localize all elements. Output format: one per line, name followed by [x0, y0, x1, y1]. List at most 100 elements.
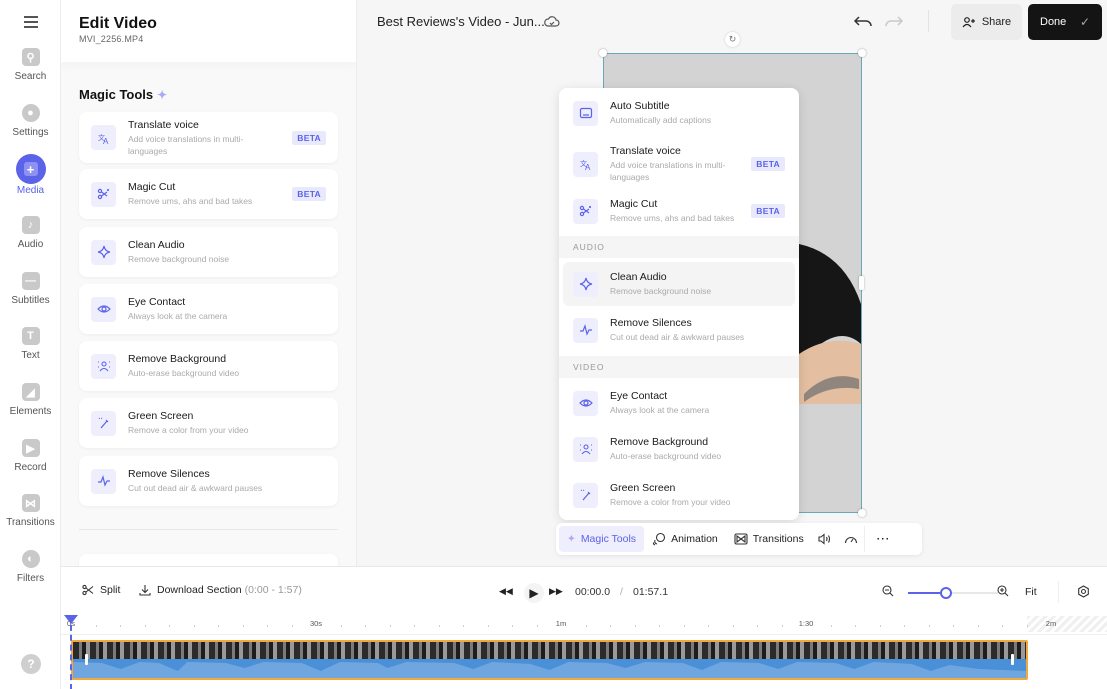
transitions-label: Transitions: [752, 533, 804, 545]
tool-desc: Automatically add captions: [610, 115, 712, 125]
tool-title: Remove Silences: [610, 317, 692, 329]
tool-card-translate-voice[interactable]: 文A Translate voice Add voice translations…: [79, 112, 338, 163]
timeline-area: Split Download Section (0:00 - 1:57) ◀◀ …: [61, 566, 1107, 689]
rotate-handle-icon[interactable]: ↻: [725, 32, 740, 47]
tool-card-eye-contact[interactable]: Eye Contact Always look at the camera: [79, 284, 338, 334]
rail-item-transitions[interactable]: ⋈ Transitions: [0, 494, 61, 528]
clip-thumbnails: [73, 642, 1026, 659]
rail-item-search[interactable]: ⚲ Search: [0, 48, 61, 82]
music-note-icon: ♪: [21, 216, 40, 234]
document-title[interactable]: Best Reviews's Video - Jun...: [377, 14, 545, 29]
fast-forward-button[interactable]: ▶▶: [549, 586, 563, 597]
download-range: (0:00 - 1:57): [244, 584, 302, 596]
gear-icon: [1078, 585, 1089, 598]
tool-title: Translate voice: [128, 118, 199, 131]
ruler-tick: [120, 625, 121, 627]
resize-handle-right[interactable]: [859, 276, 864, 290]
magic-scissors-icon: [573, 198, 598, 224]
clip-trim-handle-right[interactable]: [1011, 654, 1014, 665]
tool-desc: Remove a color from your video: [610, 497, 731, 507]
fit-button[interactable]: Fit: [1025, 586, 1037, 598]
zoom-slider[interactable]: [908, 587, 998, 599]
tool-desc: Remove ums, ahs and bad takes: [610, 213, 735, 223]
dropdown-item-magic-cut[interactable]: Magic Cut Remove ums, ahs and bad takes B…: [563, 189, 795, 233]
tool-card-clean-audio[interactable]: Clean Audio Remove background noise: [79, 227, 338, 277]
play-icon: ▶: [529, 586, 539, 600]
timeline-settings-button[interactable]: [1077, 585, 1090, 598]
person-erase-icon: [573, 436, 598, 462]
rail-item-settings[interactable]: ● Settings: [0, 104, 61, 138]
zoom-out-button[interactable]: [882, 585, 894, 597]
zoom-in-button[interactable]: [997, 585, 1009, 597]
magic-scissors-icon: [91, 181, 116, 207]
clip-trim-handle-left[interactable]: [85, 654, 88, 665]
dropdown-item-remove-silences[interactable]: Remove Silences Cut out dead air & awkwar…: [563, 308, 795, 352]
tool-desc: Remove background noise: [610, 286, 712, 296]
tool-card-magic-cut[interactable]: Magic Cut Remove ums, ahs and bad takes B…: [79, 169, 338, 219]
volume-button[interactable]: [812, 526, 838, 552]
speed-button[interactable]: [838, 526, 864, 552]
search-icon: ⚲: [21, 48, 40, 66]
ruler-tick: [781, 625, 783, 627]
dropdown-item-clean-audio[interactable]: Clean Audio Remove background noise: [563, 262, 795, 306]
split-button[interactable]: Split: [82, 584, 120, 596]
beta-badge: BETA: [751, 204, 785, 218]
rail-item-audio[interactable]: ♪ Audio: [0, 216, 61, 250]
dropdown-item-remove-background[interactable]: Remove Background Auto-erase background v…: [563, 427, 795, 471]
rail-item-subtitles[interactable]: — Subtitles: [0, 272, 61, 306]
tool-card-remove-background[interactable]: Remove Background Auto-erase background v…: [79, 341, 338, 391]
rail-item-media[interactable]: + Media: [0, 154, 61, 196]
playhead-handle[interactable]: [64, 615, 78, 624]
help-icon[interactable]: ?: [21, 654, 41, 674]
transitions-button[interactable]: Transitions: [726, 526, 812, 552]
ruler-tick: [144, 625, 146, 627]
tool-card-partial[interactable]: [79, 554, 338, 566]
magic-tools-panel: Edit Video MVI_2256.MP4 Magic Tools ✦ 文A…: [61, 0, 357, 566]
rail-item-filters[interactable]: ◐ Filters: [0, 550, 61, 584]
more-options-icon[interactable]: ···: [865, 526, 903, 552]
tool-desc: Add voice translations in multi-language…: [128, 133, 244, 156]
ruler-tick: [365, 625, 366, 627]
video-clip-track[interactable]: [71, 640, 1028, 680]
rewind-button[interactable]: ◀◀: [499, 586, 513, 597]
sparkle-icon: ✦: [567, 533, 576, 545]
ruler-tick: [757, 625, 758, 627]
dropdown-item-green-screen[interactable]: Green Screen Remove a color from your vid…: [563, 473, 795, 517]
download-section-button[interactable]: Download Section (0:00 - 1:57): [139, 584, 302, 596]
tool-desc: Auto-erase background video: [610, 451, 722, 461]
dropdown-item-eye-contact[interactable]: Eye Contact Always look at the camera: [563, 381, 795, 425]
tool-card-remove-silences[interactable]: Remove Silences Cut out dead air & awkwar…: [79, 456, 338, 506]
tool-card-green-screen[interactable]: Green Screen Remove a color from your vid…: [79, 398, 338, 448]
header-divider: [928, 10, 929, 32]
done-button[interactable]: Done ✓: [1028, 4, 1102, 40]
dropdown-item-translate-voice[interactable]: 文A Translate voice Add voice translations…: [563, 139, 795, 189]
ruler-tick: [953, 625, 954, 627]
play-button[interactable]: ▶: [524, 583, 544, 603]
current-time: 00:00.0: [575, 586, 611, 598]
rail-item-record[interactable]: ▶ Record: [0, 439, 61, 473]
ruler-tick: [389, 625, 391, 627]
redo-icon[interactable]: [884, 12, 904, 30]
rail-item-elements[interactable]: ◢ Elements: [0, 383, 61, 417]
rail-label: Elements: [9, 406, 52, 417]
undo-icon[interactable]: [853, 12, 873, 30]
ruler-tick: [708, 625, 709, 627]
zoom-in-icon: [997, 585, 1009, 597]
zoom-slider-knob[interactable]: [939, 587, 952, 599]
tool-desc: Remove background noise: [128, 254, 230, 264]
resize-handle-bottom-right[interactable]: [858, 509, 866, 517]
magic-tools-button[interactable]: ✦ Magic Tools: [559, 526, 645, 552]
dropdown-item-auto-subtitle[interactable]: Auto Subtitle Automatically add captions: [563, 91, 795, 135]
tool-title: Clean Audio: [128, 239, 185, 251]
resize-handle-top-left[interactable]: [599, 49, 607, 57]
resize-handle-top-right[interactable]: [858, 49, 866, 57]
animation-icon: [652, 532, 666, 546]
cloud-saved-icon: [544, 16, 560, 27]
share-button[interactable]: Share: [951, 4, 1022, 40]
animation-button[interactable]: Animation: [644, 526, 726, 552]
ruler-tick: [634, 625, 636, 627]
check-icon: ✓: [1079, 15, 1090, 29]
rail-item-text[interactable]: T Text: [0, 327, 61, 361]
timeline-ruler[interactable]: 0s 30s 1m 1:30 2m: [61, 615, 1107, 635]
hamburger-menu-icon[interactable]: [24, 16, 38, 28]
